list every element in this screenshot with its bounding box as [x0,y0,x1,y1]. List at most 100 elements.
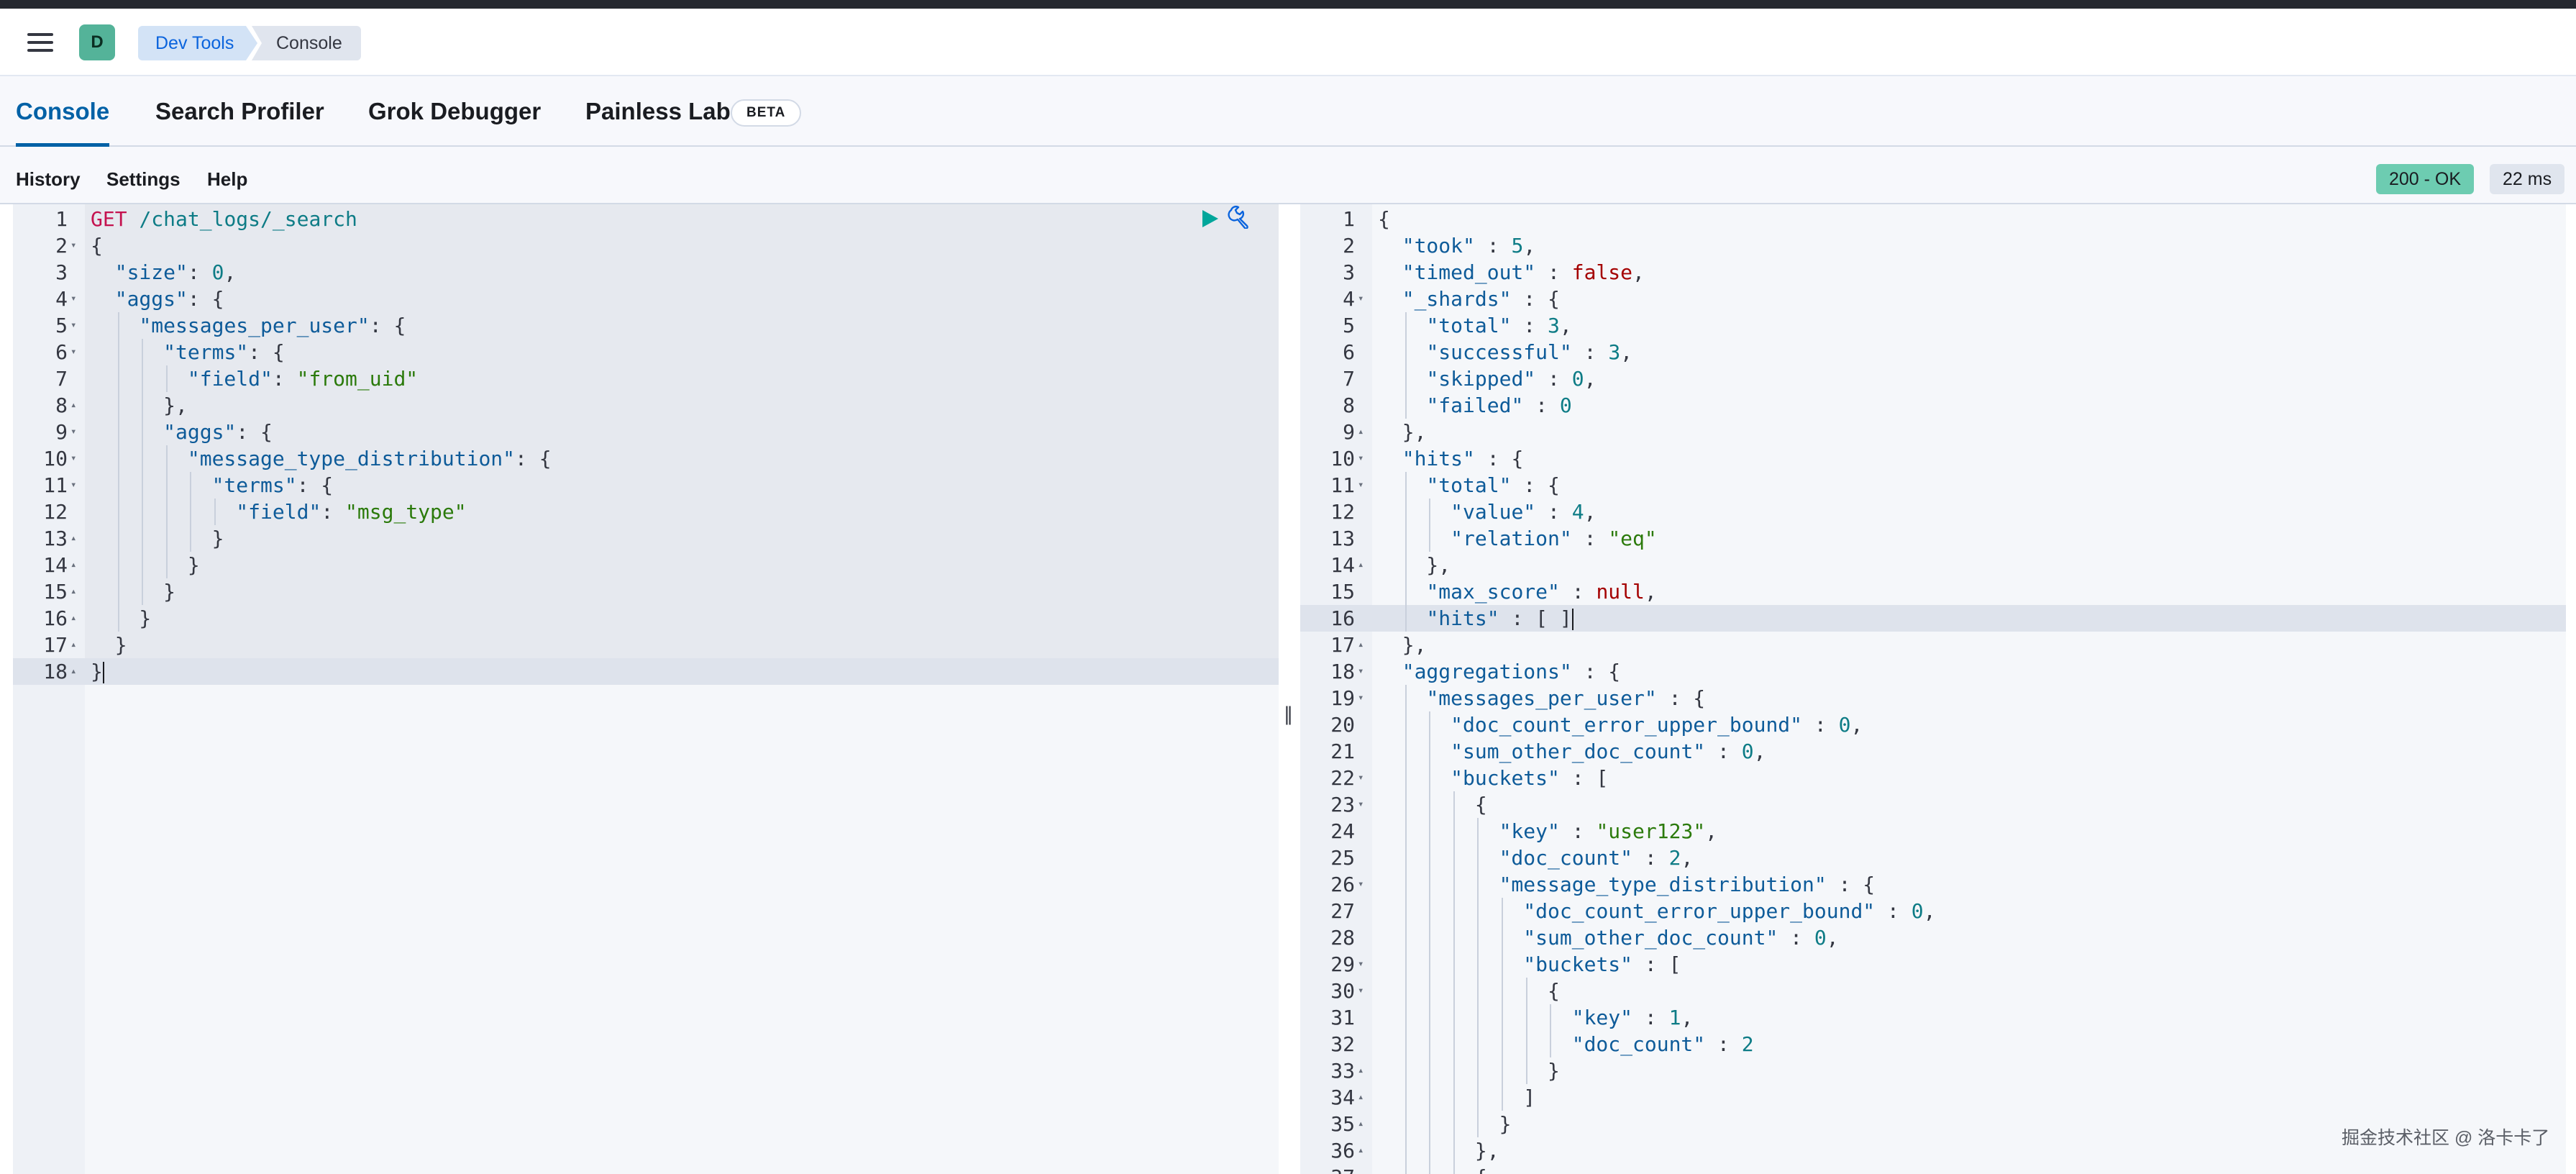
request-line[interactable]: 13 ▴ } [13,525,1279,552]
fold-close-icon[interactable]: ▴ [70,658,76,685]
fold-open-icon[interactable]: ▾ [70,472,76,499]
fold-close-icon[interactable]: ▴ [1358,1084,1364,1111]
request-line[interactable]: 7 "field": "from_uid" [13,365,1279,392]
response-line[interactable]: 15 "max_score" : null, [1300,578,2566,605]
fold-open-icon[interactable]: ▾ [70,232,76,259]
response-line[interactable]: 37▾ { [1300,1164,2566,1174]
response-line[interactable]: 16 "hits" : [ ] [1300,605,2566,632]
request-line[interactable]: 5 ▾ "messages_per_user": { [13,312,1279,339]
response-line[interactable]: 7 "skipped" : 0, [1300,365,2566,392]
response-line[interactable]: 30 ▾ { [1300,978,2566,1004]
fold-open-icon[interactable]: ▾ [1358,658,1364,685]
request-line[interactable]: 1 GET /chat_logs/_search [13,206,1279,232]
response-line[interactable]: 19 ▾ "messages_per_user" : { [1300,685,2566,711]
request-line[interactable]: 10 ▾ "message_type_distribution": { [13,445,1279,472]
fold-open-icon[interactable]: ▾ [70,286,76,312]
response-line[interactable]: 25 "doc_count" : 2, [1300,845,2566,871]
request-line[interactable]: 11 ▾ "terms": { [13,472,1279,499]
fold-close-icon[interactable]: ▴ [70,392,76,419]
response-line[interactable]: 34 ▴ ] [1300,1084,2566,1111]
fold-open-icon[interactable]: ▾ [1358,871,1364,898]
response-line[interactable]: 4 ▾ "_shards" : { [1300,286,2566,312]
fold-close-icon[interactable]: ▴ [70,632,76,658]
fold-close-icon[interactable]: ▴ [1358,552,1364,578]
request-line[interactable]: 17 ▴ } [13,632,1279,658]
response-line[interactable]: 26 ▾ "message_type_distribution" : { [1300,871,2566,898]
fold-close-icon[interactable]: ▴ [70,605,76,632]
fold-close-icon[interactable]: ▴ [1358,419,1364,445]
fold-close-icon[interactable]: ▴ [70,552,76,578]
response-line[interactable]: 17 ▴ }, [1300,632,2566,658]
response-line[interactable]: 18 ▾ "aggregations" : { [1300,658,2566,685]
menu-icon[interactable] [26,30,55,55]
response-line[interactable]: 14 ▴ }, [1300,552,2566,578]
fold-open-icon[interactable]: ▾ [1358,445,1364,472]
response-line[interactable]: 21 "sum_other_doc_count" : 0, [1300,738,2566,765]
request-line[interactable]: 16 ▴ } [13,605,1279,632]
breadcrumb-dev-tools[interactable]: Dev Tools [138,26,257,60]
request-line[interactable]: 12 "field": "msg_type" [13,499,1279,525]
settings-button[interactable]: Settings [106,168,181,191]
response-line[interactable]: 11 ▾ "total" : { [1300,472,2566,499]
request-line[interactable]: 18 ▴} [13,658,1279,685]
response-editor[interactable]: 1{2 "took" : 5, 3 "timed_out" : false, 4 ▾ … [1300,204,2566,1174]
fold-open-icon[interactable]: ▾ [1358,1164,1364,1174]
response-line[interactable]: 9 ▴ }, [1300,419,2566,445]
request-line[interactable]: 2 ▾ { [13,232,1279,259]
avatar[interactable]: D [79,24,115,60]
fold-open-icon[interactable]: ▾ [1358,286,1364,312]
fold-open-icon[interactable]: ▾ [1358,978,1364,1004]
request-editor[interactable]: 1 GET /chat_logs/_search 2 ▾{3 "size": 0, 4 ▾… [13,204,1279,1174]
response-line[interactable]: 33 ▴ } [1300,1057,2566,1084]
resize-handle-icon[interactable]: ‖ [1284,704,1293,725]
fold-close-icon[interactable]: ▴ [1358,1137,1364,1164]
fold-close-icon[interactable]: ▴ [70,525,76,552]
fold-open-icon[interactable]: ▾ [70,445,76,472]
response-line[interactable]: 29 ▾ "buckets" : [ [1300,951,2566,978]
request-line[interactable]: 14 ▴ } [13,552,1279,578]
response-line[interactable]: 13 "relation" : "eq" [1300,525,2566,552]
response-line[interactable]: 23 ▾ { [1300,791,2566,818]
fold-open-icon[interactable]: ▾ [70,419,76,445]
send-request-icon[interactable] [1201,209,1220,229]
fold-open-icon[interactable]: ▾ [70,312,76,339]
response-line[interactable]: 2 "took" : 5, [1300,232,2566,259]
request-line[interactable]: 9 ▾ "aggs": { [13,419,1279,445]
fold-close-icon[interactable]: ▴ [1358,632,1364,658]
wrench-icon[interactable] [1227,204,1251,229]
history-button[interactable]: History [16,168,81,191]
response-line[interactable]: 31 "key" : 1, [1300,1004,2566,1031]
response-line[interactable]: 24 "key" : "user123", [1300,818,2566,845]
request-line[interactable]: 6 ▾ "terms": { [13,339,1279,365]
response-line[interactable]: 6 "successful" : 3, [1300,339,2566,365]
pane-divider[interactable] [1279,204,1300,1174]
request-line[interactable]: 4 ▾ "aggs": { [13,286,1279,312]
fold-close-icon[interactable]: ▴ [70,578,76,605]
request-line[interactable]: 8 ▴ }, [13,392,1279,419]
fold-open-icon[interactable]: ▾ [70,339,76,365]
response-line[interactable]: 27 "doc_count_error_upper_bound" : 0, [1300,898,2566,924]
response-line[interactable]: 3 "timed_out" : false, [1300,259,2566,286]
fold-open-icon[interactable]: ▾ [1358,685,1364,711]
response-line[interactable]: 1{ [1300,206,2566,232]
tab-grok-debugger[interactable]: Grok Debugger [368,98,541,147]
response-line[interactable]: 22 ▾ "buckets" : [ [1300,765,2566,791]
request-line[interactable]: 15 ▴ } [13,578,1279,605]
response-line[interactable]: 5 "total" : 3, [1300,312,2566,339]
request-line[interactable]: 3 "size": 0, [13,259,1279,286]
tab-search-profiler[interactable]: Search Profiler [155,98,324,147]
tab-painless-lab[interactable]: Painless Lab [585,98,731,147]
fold-open-icon[interactable]: ▾ [1358,765,1364,791]
fold-open-icon[interactable]: ▾ [1358,472,1364,499]
response-line[interactable]: 20 "doc_count_error_upper_bound" : 0, [1300,711,2566,738]
response-line[interactable]: 10 ▾ "hits" : { [1300,445,2566,472]
fold-close-icon[interactable]: ▴ [1358,1111,1364,1137]
fold-open-icon[interactable]: ▾ [1358,791,1364,818]
help-button[interactable]: Help [207,168,247,191]
response-line[interactable]: 28 "sum_other_doc_count" : 0, [1300,924,2566,951]
tab-console[interactable]: Console [16,98,110,147]
response-line[interactable]: 8 "failed" : 0 [1300,392,2566,419]
fold-open-icon[interactable]: ▾ [1358,951,1364,978]
fold-close-icon[interactable]: ▴ [1358,1057,1364,1084]
response-line[interactable]: 32 "doc_count" : 2 [1300,1031,2566,1057]
